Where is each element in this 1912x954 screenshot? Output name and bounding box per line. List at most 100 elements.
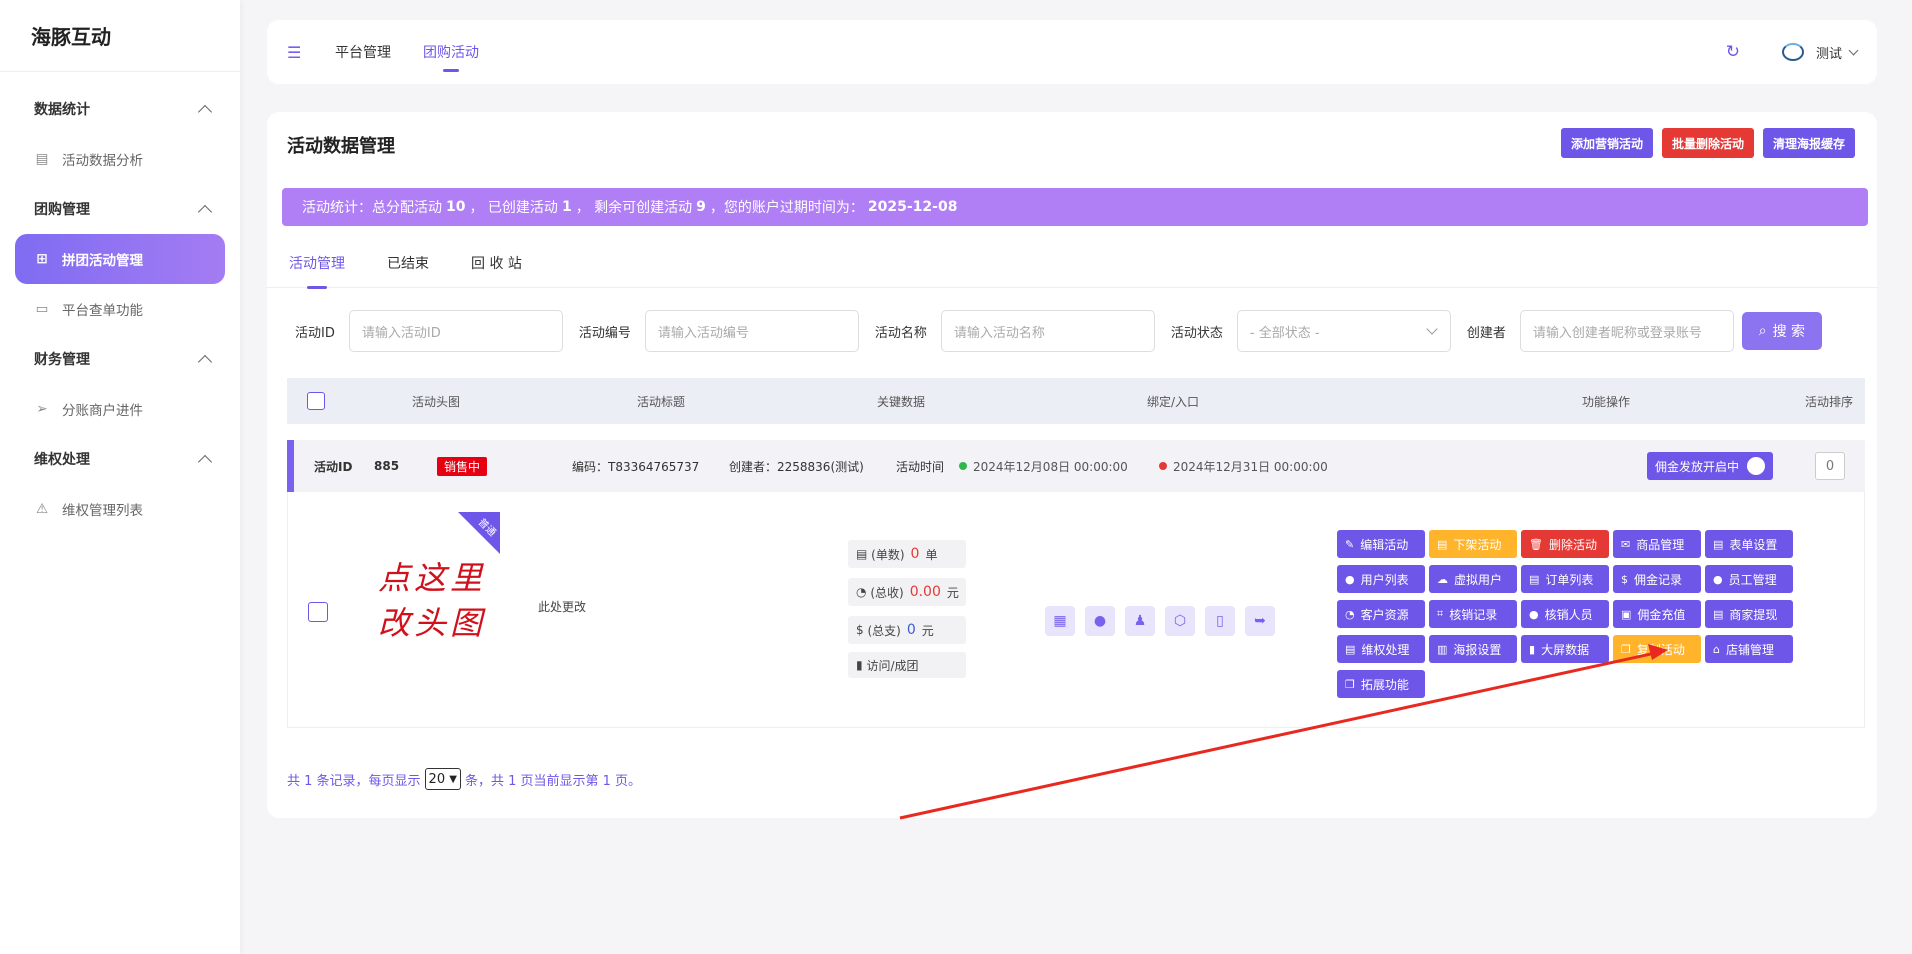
op-label: 复制活动 [1636,642,1685,657]
table-row-body: 点这里 改头图 普通 此处更改 ▤ (单数) 0 单 ◔ (总收) 0.00 元 $ (总… [287,492,1865,728]
menu-toggle-icon[interactable]: ☰ [287,43,305,62]
row-creator: 创建者：2258836(测试) [729,459,864,474]
op-button-9[interactable]: ● 员工管理 [1705,565,1793,593]
tab-activity-manage[interactable]: 活动管理 [289,248,345,289]
op-button-6[interactable]: ☁ 虚拟用户 [1429,565,1517,593]
menu-group-finance[interactable]: 财务管理 [0,334,240,384]
th-key-data: 关键数据 [877,394,926,409]
op-label: 拓展功能 [1360,677,1409,692]
op-button-2[interactable]: 🗑 删除活动 [1521,530,1609,558]
add-activity-button[interactable]: 添加营销活动 [1560,128,1653,158]
topnav-platform[interactable]: 平台管理 [335,42,391,62]
op-button-17[interactable]: ▮ 大屏数据 [1521,635,1609,663]
kd-visits[interactable]: ▮ 访问/成团 [848,652,966,678]
filter-creator-label: 创建者 [1466,325,1506,341]
sort-input[interactable]: 0 [1815,452,1845,480]
op-icon: ✎ [1345,537,1355,551]
page-size-select[interactable]: 20 ▼ [424,768,461,790]
chevron-down-icon [1426,323,1438,335]
op-button-1[interactable]: ▤ 下架活动 [1429,530,1517,558]
th-title: 活动标题 [637,394,686,409]
chevron-down-icon: ▼ [449,773,457,785]
row-end-time: 2024年12月31日 00:00:00 [1159,458,1328,475]
row-time-label: 活动时间 [896,459,945,474]
banner-total: 10 [446,199,466,215]
income-icon: ◔ [856,585,867,599]
op-button-0[interactable]: ✎ 编辑活动 [1337,530,1425,558]
orders-icon: ▤ [856,547,868,561]
activity-code-input[interactable]: 请输入活动编号 [644,310,859,352]
row-checkbox[interactable] [308,602,328,622]
op-icon: ● [1529,607,1539,621]
op-button-10[interactable]: ◔ 客户资源 [1337,600,1425,628]
op-button-4[interactable]: ▤ 表单设置 [1705,530,1793,558]
chevron-up-icon [197,204,213,219]
op-label: 编辑活动 [1360,537,1409,552]
op-button-15[interactable]: ▤ 维权处理 [1337,635,1425,663]
op-icon: ❐ [1345,677,1355,691]
menu-group-rights[interactable]: 维权处理 [0,434,240,484]
banner-text: ，您的账户过期时间为： [709,200,864,216]
op-button-3[interactable]: ✉ 商品管理 [1613,530,1701,558]
staff-icon[interactable]: ♟ [1125,606,1155,636]
cube-icon[interactable]: ⬡ [1165,606,1195,636]
op-button-13[interactable]: ▣ 佣金充值 [1613,600,1701,628]
qrcode-icon[interactable]: ▦ [1045,606,1075,636]
table-header: 活动头图 活动标题 关键数据 绑定/入口 功能操作 活动排序 [287,378,1865,424]
page-title: 活动数据管理 [287,136,395,157]
menu-group-stats[interactable]: 数据统计 [0,84,240,134]
search-button-label: 搜 索 [1772,324,1806,340]
op-button-11[interactable]: ⌗ 核销记录 [1429,600,1517,628]
activity-cover-image[interactable]: 点这里 改头图 普通 [360,512,500,662]
activity-name-input[interactable]: 请输入活动名称 [940,310,1155,352]
sidebar-item-rights-list[interactable]: ⚠ 维权管理列表 [0,484,240,534]
select-all-checkbox[interactable] [307,392,325,410]
sidebar-item-activity-analysis[interactable]: ▤ 活动数据分析 [0,134,240,184]
sidebar-item-order-query[interactable]: ▭ 平台查单功能 [0,284,240,334]
op-button-16[interactable]: ▥ 海报设置 [1429,635,1517,663]
menu-group-group-buy[interactable]: 团购管理 [0,184,240,234]
activity-title[interactable]: 此处更改 [538,598,586,615]
op-button-19[interactable]: ⌂ 店铺管理 [1705,635,1793,663]
op-button-12[interactable]: ● 核销人员 [1521,600,1609,628]
kd-value: 0.00 [909,584,941,600]
refresh-icon[interactable]: ↻ [1726,42,1740,62]
batch-delete-button[interactable]: 批量删除活动 [1661,128,1754,158]
tab-recycle-bin[interactable]: 回 收 站 [471,248,522,288]
op-button-7[interactable]: ▤ 订单列表 [1521,565,1609,593]
clear-poster-cache-button[interactable]: 清理海报缓存 [1762,128,1855,158]
op-button-18[interactable]: ❐ 复制活动 [1613,635,1701,663]
kd-label: (单数) [871,547,905,562]
send-icon: ➢ [36,401,48,417]
pager-prefix: 共 1 条记录，每页显示 [287,773,421,789]
search-button[interactable]: ⌕ 搜 索 [1741,312,1822,350]
activity-id-input[interactable]: 请输入活动ID [348,310,563,352]
op-icon: ❐ [1621,642,1631,656]
kd-income: ◔ (总收) 0.00 元 [848,578,966,606]
sidebar-item-merchant-onboard[interactable]: ➢ 分账商户进件 [0,384,240,434]
op-icon: ▤ [1529,572,1540,586]
activity-status-select[interactable]: - 全部状态 - [1236,310,1451,352]
commission-toggle[interactable]: 佣金发放开启中 [1646,452,1773,480]
creator-input[interactable]: 请输入创建者昵称或登录账号 [1519,310,1734,352]
banner-text: 活动统计：总分配活动 [302,200,442,216]
user-menu[interactable]: 测试 [1781,43,1859,62]
sidebar-item-group-activity[interactable]: ⊞ 拼团活动管理 [15,234,225,284]
op-button-20[interactable]: ❐ 拓展功能 [1337,670,1425,698]
top-actions: 添加营销活动 批量删除活动 清理海报缓存 [1560,128,1855,158]
user-bind-icon[interactable]: ● [1085,606,1115,636]
cover-text: 点这里 改头图 [378,556,486,646]
topnav-group-buy[interactable]: 团购活动 [423,42,479,72]
sidebar-item-label: 拼团活动管理 [62,253,143,269]
op-button-8[interactable]: $ 佣金记录 [1613,565,1701,593]
mobile-icon[interactable]: ▯ [1205,606,1235,636]
op-button-5[interactable]: ● 用户列表 [1337,565,1425,593]
page-size-value: 20 [428,771,446,787]
start-time: 2024年12月08日 00:00:00 [973,459,1128,474]
op-button-14[interactable]: ▤ 商家提现 [1705,600,1793,628]
filter-name-label: 活动名称 [874,325,927,341]
share-icon[interactable]: ➥ [1245,606,1275,636]
banner-expire: 2025-12-08 [867,199,958,215]
tab-ended[interactable]: 已结束 [387,248,429,288]
bind-entries: ▦ ● ♟ ⬡ ▯ ➥ [1045,606,1275,636]
